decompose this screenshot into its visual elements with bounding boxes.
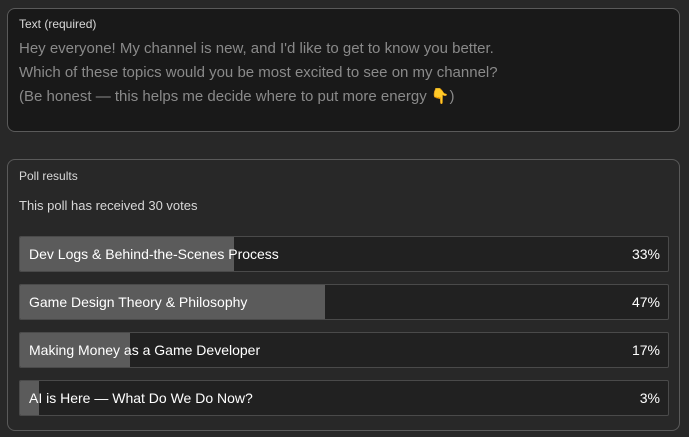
poll-vote-count: This poll has received 30 votes (19, 198, 198, 213)
text-field-label: Text (required) (19, 17, 97, 31)
poll-option-percent: 33% (631, 246, 660, 262)
post-text-content[interactable]: Hey everyone! My channel is new, and I'd… (19, 37, 498, 109)
poll-option-label: Game Design Theory & Philosophy (29, 294, 248, 310)
post-text-field[interactable]: Text (required) Hey everyone! My channel… (7, 8, 680, 132)
poll-results-card: Poll results This poll has received 30 v… (7, 159, 680, 431)
poll-option: Dev Logs & Behind-the-Scenes Process 33% (19, 236, 669, 272)
poll-option-label: Making Money as a Game Developer (29, 342, 261, 358)
post-text-line: (Be honest — this helps me decide where … (19, 88, 455, 105)
poll-option-percent: 3% (639, 390, 660, 406)
poll-results-label: Poll results (19, 169, 78, 183)
post-text-line: Hey everyone! My channel is new, and I'd… (19, 40, 494, 57)
poll-option: Game Design Theory & Philosophy 47% (19, 284, 669, 320)
poll-option-percent: 47% (631, 294, 660, 310)
poll-option: AI is Here — What Do We Do Now? 3% (19, 380, 669, 416)
poll-option-label: AI is Here — What Do We Do Now? (29, 390, 253, 406)
poll-option-label: Dev Logs & Behind-the-Scenes Process (29, 246, 279, 262)
post-text-line: Which of these topics would you be most … (19, 64, 498, 81)
poll-option: Making Money as a Game Developer 17% (19, 332, 669, 368)
poll-option-percent: 17% (631, 342, 660, 358)
